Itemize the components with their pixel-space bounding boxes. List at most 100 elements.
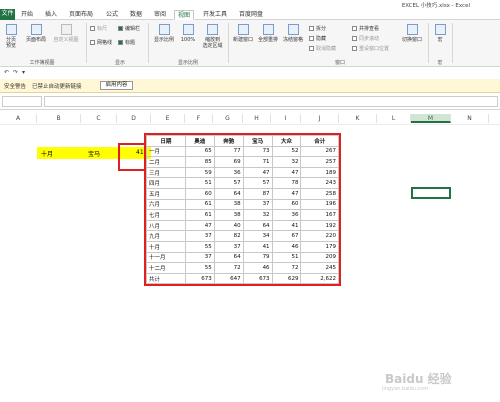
view-side-by-side-button[interactable]: 并排查看 <box>352 26 379 32</box>
column-header-k[interactable]: K <box>339 114 377 123</box>
new-window-button[interactable]: 新建窗口 <box>231 24 255 43</box>
value-cell[interactable]: 629 <box>271 272 302 285</box>
value-cell[interactable]: 47 <box>184 219 215 232</box>
custom-view-button[interactable]: 自定义视图 <box>50 24 82 43</box>
column-header-n[interactable]: N <box>451 114 489 123</box>
macros-button[interactable]: 宏 <box>433 24 447 43</box>
value-cell[interactable]: 2,622 <box>300 272 339 285</box>
row-label-cell[interactable]: 十一月 <box>146 251 186 264</box>
tab-page-layout[interactable]: 页面布局 <box>66 10 96 20</box>
tab-insert[interactable]: 插入 <box>42 10 60 20</box>
value-cell[interactable]: 60 <box>271 198 302 211</box>
value-cell[interactable]: 57 <box>213 177 244 189</box>
value-cell[interactable]: 41 <box>271 219 302 232</box>
value-cell[interactable]: 61 <box>184 198 215 211</box>
value-cell[interactable]: 51 <box>271 251 302 264</box>
column-header-g[interactable]: G <box>213 114 243 123</box>
row-label-cell[interactable]: 四月 <box>146 177 186 189</box>
enable-content-button[interactable]: 启用内容 <box>100 81 133 90</box>
column-header-l[interactable]: L <box>377 114 411 123</box>
column-header-h[interactable]: H <box>243 114 271 123</box>
value-cell[interactable]: 196 <box>300 198 339 211</box>
column-header-e[interactable]: E <box>151 114 185 123</box>
column-header-f[interactable]: F <box>185 114 213 123</box>
page-layout-view-button[interactable]: 页面布局 <box>24 24 48 43</box>
value-cell[interactable]: 258 <box>300 187 339 200</box>
tab-view[interactable]: 视图 <box>174 10 194 20</box>
column-header-i[interactable]: I <box>271 114 301 123</box>
gridlines-checkbox[interactable]: 网格线 <box>90 40 112 46</box>
redo-icon[interactable]: ↷ <box>13 69 18 76</box>
reset-window-position-button[interactable]: 重设窗口位置 <box>352 46 389 52</box>
formula-input[interactable] <box>44 96 498 107</box>
value-cell[interactable]: 220 <box>300 230 339 242</box>
value-cell[interactable]: 192 <box>300 219 339 232</box>
formula-bar-checkbox[interactable]: 编辑栏 <box>118 26 140 32</box>
value-cell[interactable]: 65 <box>184 145 215 158</box>
value-cell[interactable]: 78 <box>271 177 302 189</box>
page-break-preview-button[interactable]: 分页 预览 <box>3 24 19 49</box>
sync-scroll-button[interactable]: 同步滚动 <box>352 36 379 42</box>
column-header-j[interactable]: J <box>301 114 339 123</box>
freeze-panes-button[interactable]: 冻结窗格 <box>281 24 305 43</box>
value-cell[interactable]: 64 <box>242 219 273 232</box>
value-cell[interactable]: 82 <box>213 230 244 242</box>
value-cell[interactable]: 34 <box>242 230 273 242</box>
value-cell[interactable]: 72 <box>271 262 302 274</box>
value-cell[interactable]: 79 <box>242 251 273 264</box>
value-cell[interactable]: 59 <box>184 166 215 179</box>
value-cell[interactable]: 64 <box>213 251 244 264</box>
value-cell[interactable]: 38 <box>213 198 244 211</box>
value-cell[interactable]: 87 <box>242 187 273 200</box>
value-cell[interactable]: 72 <box>213 262 244 274</box>
column-header-b[interactable]: B <box>37 114 81 123</box>
zoom-to-selection-button[interactable]: 缩放到 选定区域 <box>200 24 225 49</box>
value-cell[interactable]: 77 <box>213 145 244 158</box>
value-cell[interactable]: 38 <box>213 209 244 221</box>
zoom-100-button[interactable]: 100% <box>179 24 197 43</box>
row-label-cell[interactable]: 九月 <box>146 230 186 242</box>
row-label-cell[interactable]: 一月 <box>146 145 186 158</box>
undo-icon[interactable]: ↶ <box>4 69 9 76</box>
column-header-d[interactable]: D <box>117 114 151 123</box>
tab-formulas[interactable]: 公式 <box>103 10 121 20</box>
row-label-cell[interactable]: 十月 <box>146 240 186 253</box>
value-cell[interactable]: 47 <box>242 166 273 179</box>
split-button[interactable]: 拆分 <box>309 26 326 32</box>
row-label-cell[interactable]: 八月 <box>146 219 186 232</box>
value-cell[interactable]: 32 <box>271 156 302 168</box>
value-cell[interactable]: 55 <box>184 262 215 274</box>
tab-file[interactable]: 文件 <box>0 9 15 20</box>
column-header-m[interactable]: M <box>411 114 451 123</box>
value-cell[interactable]: 189 <box>300 166 339 179</box>
ruler-checkbox[interactable]: 标尺 <box>90 26 107 32</box>
arrange-all-button[interactable]: 全部重排 <box>256 24 280 43</box>
value-cell[interactable]: 61 <box>184 209 215 221</box>
value-cell[interactable]: 673 <box>242 272 273 285</box>
value-cell[interactable]: 71 <box>242 156 273 168</box>
value-cell[interactable]: 37 <box>184 251 215 264</box>
value-cell[interactable]: 73 <box>242 145 273 158</box>
value-cell[interactable]: 85 <box>184 156 215 168</box>
value-cell[interactable]: 179 <box>300 240 339 253</box>
tab-review[interactable]: 审阅 <box>151 10 169 20</box>
column-header-c[interactable]: C <box>81 114 117 123</box>
row-label-cell[interactable]: 三月 <box>146 166 186 179</box>
value-cell[interactable]: 60 <box>184 187 215 200</box>
switch-windows-button[interactable]: 切换窗口 <box>399 24 425 43</box>
value-cell[interactable]: 67 <box>271 230 302 242</box>
value-cell[interactable]: 36 <box>213 166 244 179</box>
value-cell[interactable]: 41 <box>242 240 273 253</box>
value-cell[interactable]: 37 <box>242 198 273 211</box>
value-cell[interactable]: 46 <box>271 240 302 253</box>
tab-developer[interactable]: 开发工具 <box>200 10 230 20</box>
value-cell[interactable]: 55 <box>184 240 215 253</box>
row-label-cell[interactable]: 六月 <box>146 198 186 211</box>
value-cell[interactable]: 47 <box>271 166 302 179</box>
value-cell[interactable]: 37 <box>213 240 244 253</box>
tab-home[interactable]: 开始 <box>18 10 36 20</box>
value-cell[interactable]: 209 <box>300 251 339 264</box>
value-cell[interactable]: 245 <box>300 262 339 274</box>
value-cell[interactable]: 52 <box>271 145 302 158</box>
row-label-cell[interactable]: 二月 <box>146 156 186 168</box>
